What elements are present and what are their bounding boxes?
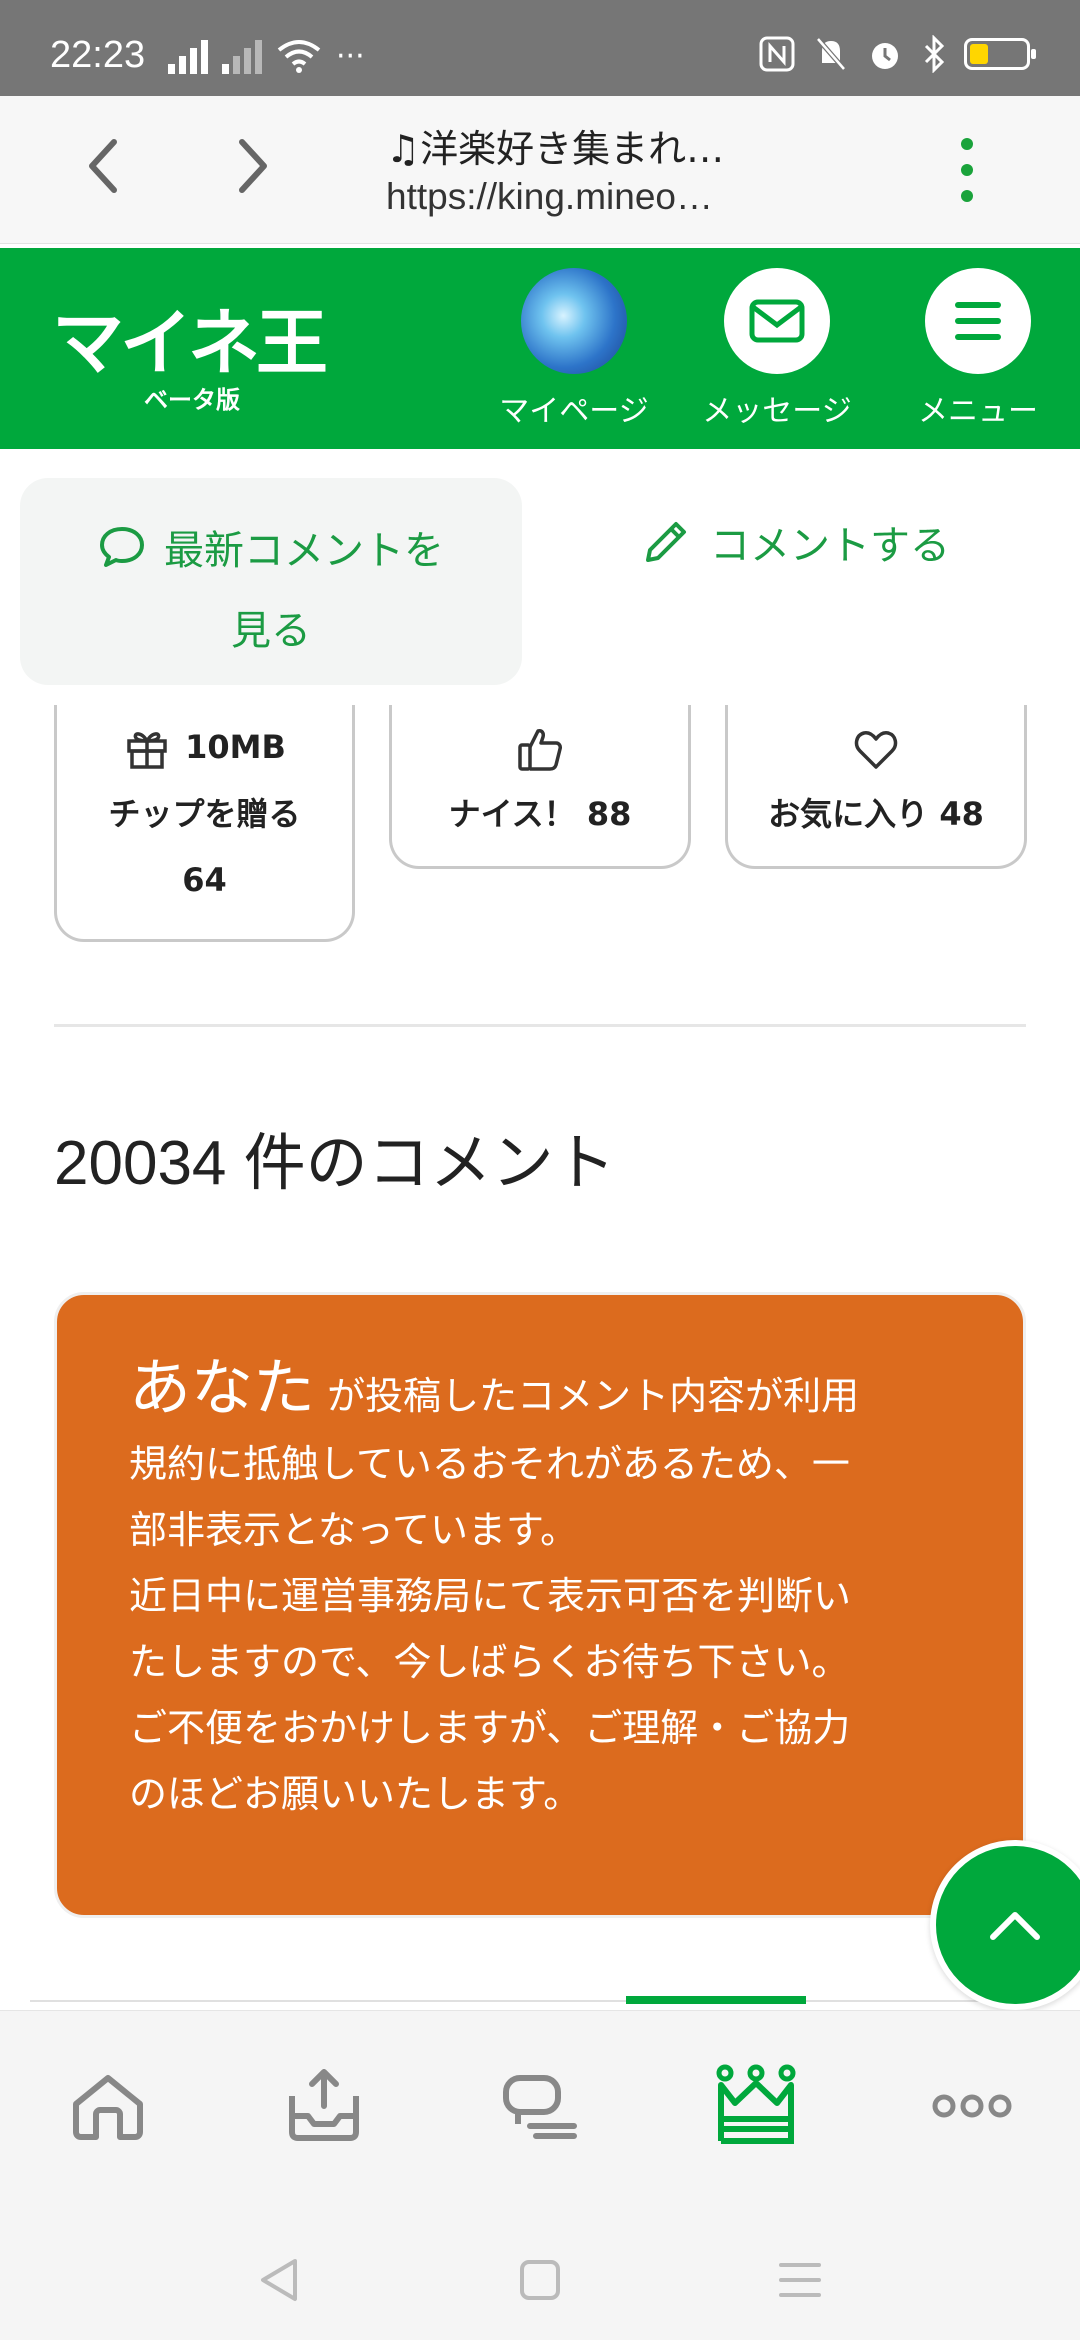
square-home-icon — [520, 2260, 560, 2300]
system-nav — [0, 2210, 1080, 2340]
latest-comments-button[interactable]: 最新コメントを 見る — [20, 478, 522, 685]
message-button[interactable]: メッセージ — [687, 268, 867, 438]
chat-list-icon — [503, 2075, 577, 2139]
tip-button[interactable]: 10MB チップを贈る 64 — [54, 705, 355, 942]
king-icon — [716, 2064, 796, 2144]
mypage-label: マイページ — [499, 394, 649, 429]
triangle-back-icon — [261, 2259, 297, 2301]
browser-toolbar: ♫洋楽好き集まれ… https://king.mineo… — [0, 96, 1080, 244]
recent-apps-icon — [779, 2263, 821, 2297]
status-left-icons: ··· — [168, 34, 365, 74]
nav-home[interactable] — [58, 2056, 158, 2156]
site-logo[interactable]: マイネ王 ベータ版 — [52, 284, 342, 414]
moderation-notice: あなた が投稿したコメント内容が利用 規約に抵触しているおそれがあるため、一 部… — [54, 1292, 1026, 1918]
favorite-label: お気に入り — [768, 795, 929, 833]
envelope-icon — [749, 299, 805, 343]
back-button[interactable] — [74, 136, 134, 196]
page-url[interactable]: https://king.mineo… — [386, 176, 713, 218]
scroll-to-top-button[interactable] — [930, 1840, 1080, 2010]
nfc-icon — [759, 36, 795, 72]
favorite-button[interactable]: お気に入り 48 — [725, 705, 1027, 869]
alarm-icon — [872, 43, 898, 69]
speech-bubble-icon — [100, 527, 144, 567]
more-icon — [932, 2094, 1012, 2118]
comment-count-suffix: 件のコメント — [243, 1129, 616, 1198]
chevron-up-icon — [990, 1912, 1040, 1940]
divider — [54, 1024, 1026, 1027]
status-overflow: ··· — [336, 39, 365, 74]
wifi-icon — [277, 40, 321, 73]
nav-more[interactable] — [922, 2056, 1022, 2156]
notice-line-2: 規約に抵触しているおそれがあるため、一 — [129, 1442, 850, 1486]
nav-community[interactable] — [490, 2056, 590, 2156]
battery-icon — [964, 38, 1036, 70]
nice-button[interactable]: ナイス！ 88 — [389, 705, 691, 869]
menu-circle — [925, 268, 1031, 374]
logo-beta-label: ベータ版 — [144, 386, 240, 414]
bottom-nav — [0, 2010, 1080, 2210]
status-time: 22:23 — [50, 34, 146, 76]
pencil-icon — [646, 522, 686, 562]
system-back-button[interactable] — [250, 2250, 310, 2310]
latest-comments-label-1: 最新コメントを — [164, 528, 444, 574]
menu-button[interactable]: メニュー — [888, 268, 1068, 438]
tip-count: 64 — [182, 861, 227, 899]
notice-you: あなた — [129, 1351, 316, 1424]
tip-label: チップを贈る — [108, 795, 301, 833]
mypage-button[interactable]: マイページ — [484, 268, 664, 438]
notice-line-3: 部非表示となっています。 — [129, 1508, 579, 1552]
comment-count-number: 20034 — [54, 1129, 227, 1198]
home-icon — [73, 2075, 143, 2140]
nav-king[interactable] — [706, 2056, 806, 2156]
thumbs-up-icon — [518, 729, 562, 771]
system-home-button[interactable] — [510, 2250, 570, 2310]
favorite-count: 48 — [939, 795, 984, 833]
latest-comments-label-2: 見る — [231, 608, 311, 654]
logo-text: マイネ王 — [52, 301, 328, 385]
nice-count: 88 — [586, 795, 632, 833]
active-tab-indicator — [626, 1996, 806, 2004]
nice-label: ナイス！ — [448, 795, 576, 833]
mute-icon — [816, 37, 846, 71]
gift-icon — [127, 732, 167, 769]
message-circle — [724, 268, 830, 374]
write-comment-button[interactable]: コメントする — [640, 512, 950, 572]
site-header: マイネ王 ベータ版 マイページ メッセージ メニュー — [0, 248, 1080, 449]
forward-button[interactable] — [222, 136, 282, 196]
signal-secondary-icon — [222, 40, 262, 74]
hamburger-icon — [955, 302, 1001, 340]
notice-line-4: 近日中に運営事務局にて表示可否を判断い — [129, 1574, 852, 1618]
bluetooth-icon — [924, 35, 945, 73]
message-label: メッセージ — [702, 394, 852, 429]
write-comment-label: コメントする — [710, 523, 950, 569]
system-recent-button[interactable] — [770, 2250, 830, 2310]
status-right-icons — [758, 34, 1036, 74]
chevron-right-icon — [239, 139, 267, 193]
page-title[interactable]: ♫洋楽好き集まれ… — [386, 118, 724, 173]
nav-share[interactable] — [274, 2056, 374, 2156]
status-bar: 22:23 ··· — [0, 0, 1080, 96]
chevron-left-icon — [89, 139, 117, 193]
notice-line-5: たしますので、今しばらくお待ち下さい。 — [129, 1640, 850, 1684]
heart-icon — [854, 731, 898, 769]
notice-line-6: ご不便をおかけしますが、ご理解・ご協力 — [129, 1706, 851, 1750]
menu-label: メニュー — [918, 394, 1038, 429]
comment-count-heading: 20034 件のコメント — [54, 1112, 616, 1202]
tip-amount: 10MB — [185, 728, 286, 766]
notice-line-1: が投稿したコメント内容が利用 — [327, 1374, 860, 1418]
notice-line-7: のほどお願いいたします。 — [129, 1772, 582, 1816]
avatar — [521, 268, 627, 374]
browser-menu-button[interactable] — [952, 138, 982, 202]
signal-icon — [168, 40, 208, 74]
tray-upload-icon — [289, 2069, 359, 2141]
